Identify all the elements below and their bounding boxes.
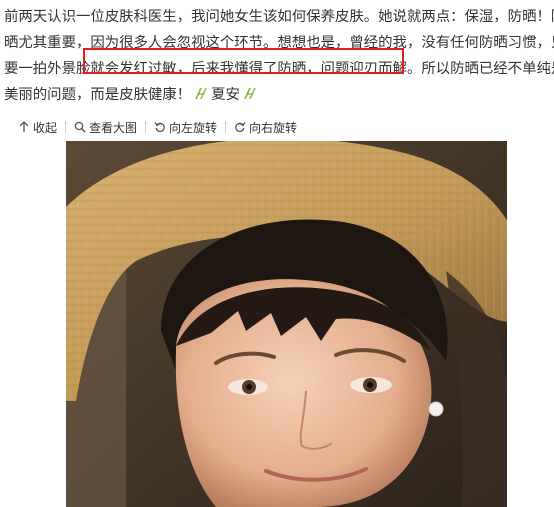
collapse-button[interactable]: 收起: [18, 119, 57, 136]
magnifier-icon: [74, 121, 86, 133]
post-line-4-text: 美丽的问题，而是皮肤健康！: [4, 87, 192, 103]
selfie-photo: [66, 141, 507, 507]
post-line-2-text: 晒尤其重要，因为很多人会忽视这个环节。想想也是，曾经的我，没有任何防晒习惯，只: [4, 35, 554, 51]
toolbar-divider-3: [225, 121, 227, 133]
rotate-left-label: 向左旋转: [169, 120, 218, 135]
post-line-2: 晒尤其重要，因为很多人会忽视这个环节。想想也是，曾经的我，没有任何防晒习惯，只: [4, 30, 554, 56]
post-line-4: 美丽的问题，而是皮肤健康！ 夏安: [4, 82, 552, 108]
image-toolbar: 收起 查看大图 向左旋转 向右旋转: [18, 117, 297, 137]
rotate-left-button[interactable]: 向左旋转: [154, 119, 217, 136]
post-line-4-tail: 夏安: [211, 87, 240, 103]
toolbar-divider-2: [145, 121, 147, 133]
view-large-button[interactable]: 查看大图: [74, 119, 137, 136]
arrow-up-icon: [19, 121, 29, 132]
post-line-1: 前两天认识一位皮肤科医生，我问她女生该如何保养皮肤。她说就两点：保湿，防晒！防: [4, 4, 554, 30]
post-photo[interactable]: [66, 141, 507, 507]
weibo-post: 前两天认识一位皮肤科医生，我问她女生该如何保养皮肤。她说就两点：保湿，防晒！防 …: [0, 0, 554, 507]
rotate-right-icon: [235, 122, 246, 133]
green-ribbon-emoji-icon: [195, 88, 208, 99]
post-line-1-text: 前两天认识一位皮肤科医生，我问她女生该如何保养皮肤。她说就两点：保湿，防晒！防: [4, 9, 554, 25]
green-ribbon-emoji-icon-2: [243, 88, 256, 99]
post-line-3-text: 要一拍外景脸就会发红过敏，后来我懂得了防晒，问题迎刃而解。所以防晒已经不单纯是: [4, 61, 554, 77]
post-line-3: 要一拍外景脸就会发红过敏，后来我懂得了防晒，问题迎刃而解。所以防晒已经不单纯是: [4, 56, 554, 82]
rotate-left-icon: [154, 122, 165, 133]
collapse-label: 收起: [33, 120, 58, 135]
rotate-right-label: 向右旋转: [249, 120, 298, 135]
post-text: 前两天认识一位皮肤科医生，我问她女生该如何保养皮肤。她说就两点：保湿，防晒！防 …: [4, 4, 554, 108]
rotate-right-button[interactable]: 向右旋转: [234, 119, 297, 136]
view-large-label: 查看大图: [89, 120, 138, 135]
toolbar-divider: [65, 121, 67, 133]
